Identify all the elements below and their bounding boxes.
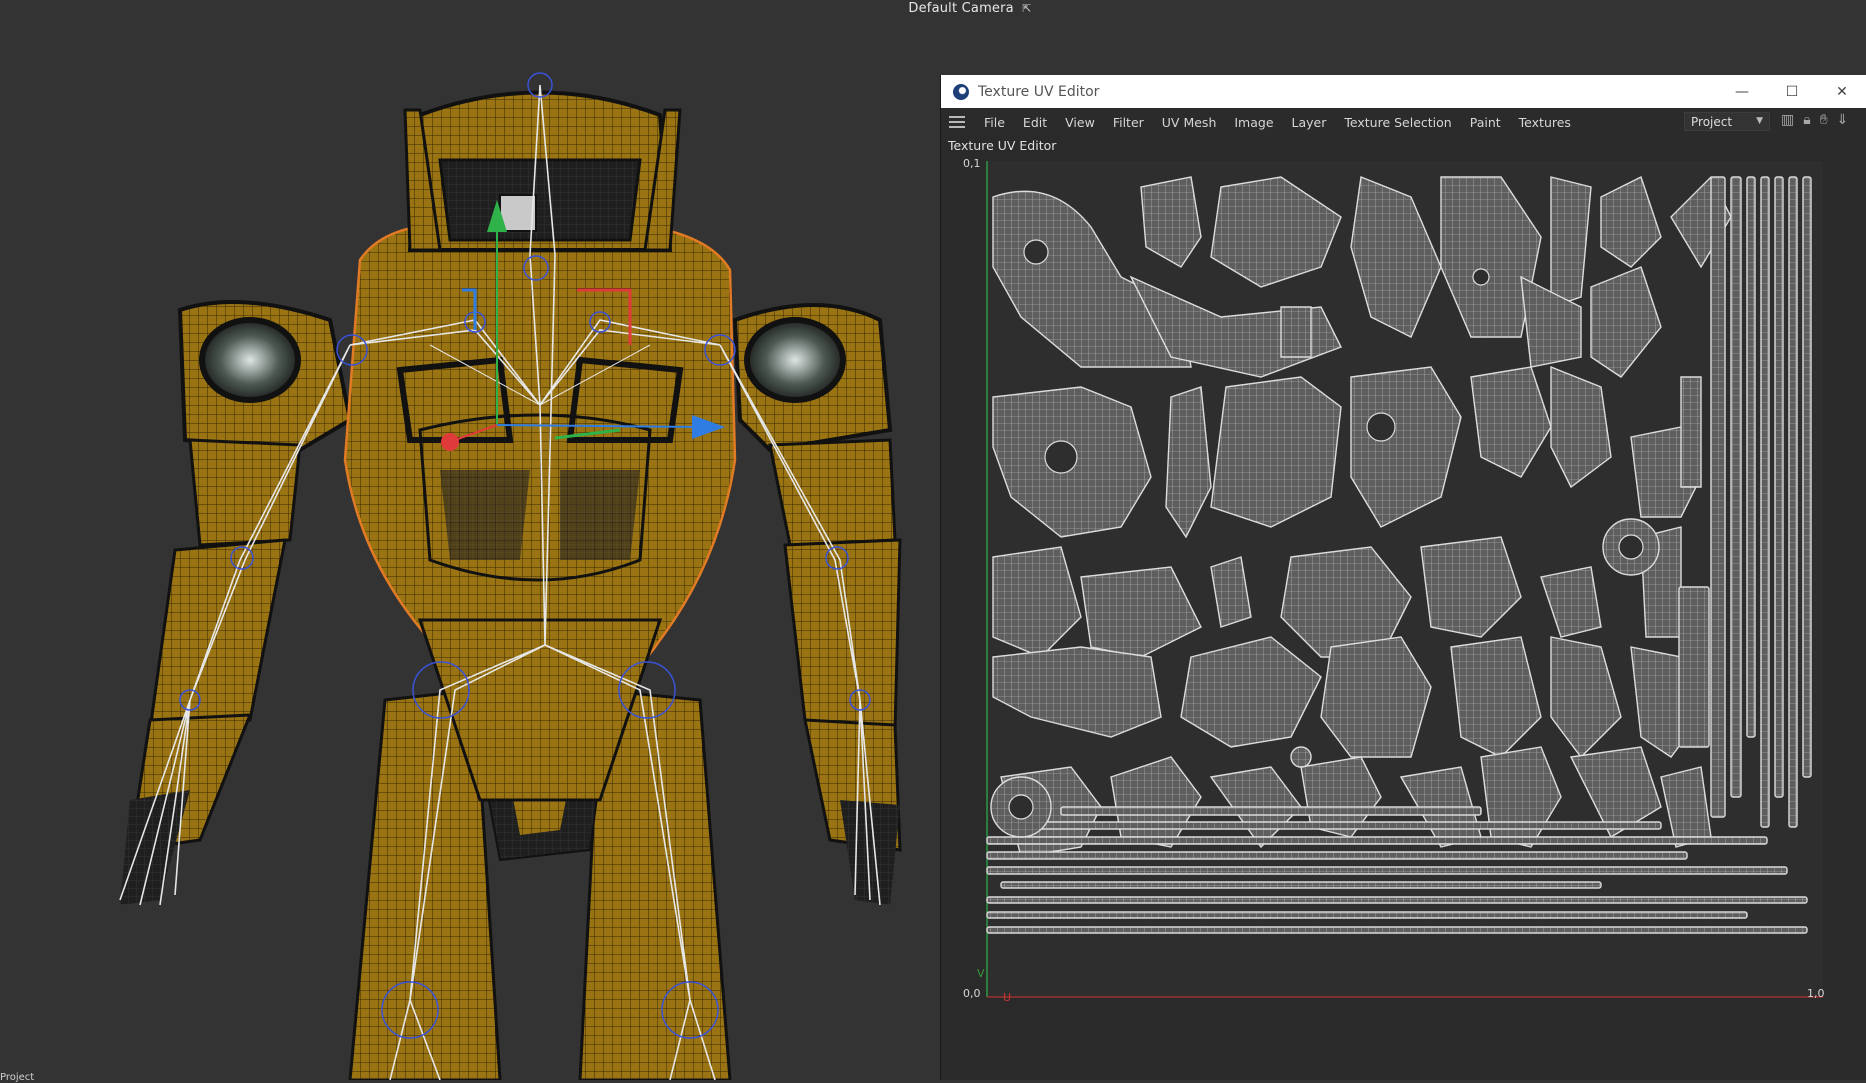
hamburger-menu-icon[interactable] [949,116,965,128]
cinema4d-app-icon [953,83,969,100]
menu-filter[interactable]: Filter [1104,115,1153,130]
menu-textures[interactable]: Textures [1510,115,1580,130]
hand-icon[interactable]: ✋︎ [1820,112,1828,128]
chevron-down-icon: ▼ [1756,116,1763,126]
window-title: Texture UV Editor [978,83,1100,100]
uv-axis-u-label: U [1003,991,1012,1004]
menu-image[interactable]: Image [1225,115,1282,130]
panel-title: Texture UV Editor [948,138,1057,153]
window-title-bar[interactable]: Texture UV Editor — ☐ ✕ [941,75,1866,108]
uv-axis-label-top-left: 0,1 [963,157,981,170]
close-button[interactable]: ✕ [1817,75,1866,108]
uv-layout[interactable] [941,157,1866,1080]
menu-file[interactable]: File [975,115,1014,130]
lock-icon[interactable]: 🔒︎ [1803,112,1810,128]
window-controls: — ☐ ✕ [1717,75,1866,108]
viewport-project-label: Project [0,1072,35,1083]
camera-switch-icon[interactable]: ⇱ [1022,2,1031,15]
menu-texture-selection[interactable]: Texture Selection [1335,115,1460,130]
menu-uv-mesh[interactable]: UV Mesh [1153,115,1226,130]
texture-uv-editor-window[interactable]: Texture UV Editor — ☐ ✕ File Edit View F… [940,75,1866,1080]
pin-icon[interactable]: ⇓ [1837,112,1849,128]
robot-left-arm [120,300,353,905]
menu-edit[interactable]: Edit [1014,115,1056,130]
project-select-value: Project [1691,114,1733,129]
uv-axis-label-bottom-right: 1,0 [1807,987,1825,1000]
uv-axis-v-label: V [977,967,985,980]
maximize-button[interactable]: ☐ [1767,75,1817,108]
toolbar-icons: ▥ 🔒︎ ✋︎ ⇓ [1781,112,1848,128]
robot-right-arm [732,303,902,905]
viewport-scene[interactable] [0,0,940,1080]
menu-view[interactable]: View [1056,115,1104,130]
uv-axis-label-bottom-left: 0,0 [963,987,981,1000]
minimize-button[interactable]: — [1717,75,1767,108]
x-axis-handle-icon[interactable] [441,433,459,451]
menu-paint[interactable]: Paint [1461,115,1510,130]
project-select[interactable]: Project ▼ [1684,112,1770,131]
menu-bar: File Edit View Filter UV Mesh Image Laye… [941,108,1866,136]
chart-icon[interactable]: ▥ [1781,112,1794,128]
camera-label-text[interactable]: Default Camera [908,1,1013,16]
menu-layer[interactable]: Layer [1283,115,1336,130]
camera-label[interactable]: Default Camera ⇱ [0,1,1866,16]
uv-canvas[interactable]: 0,1 0,0 1,0 U V [941,157,1866,1080]
